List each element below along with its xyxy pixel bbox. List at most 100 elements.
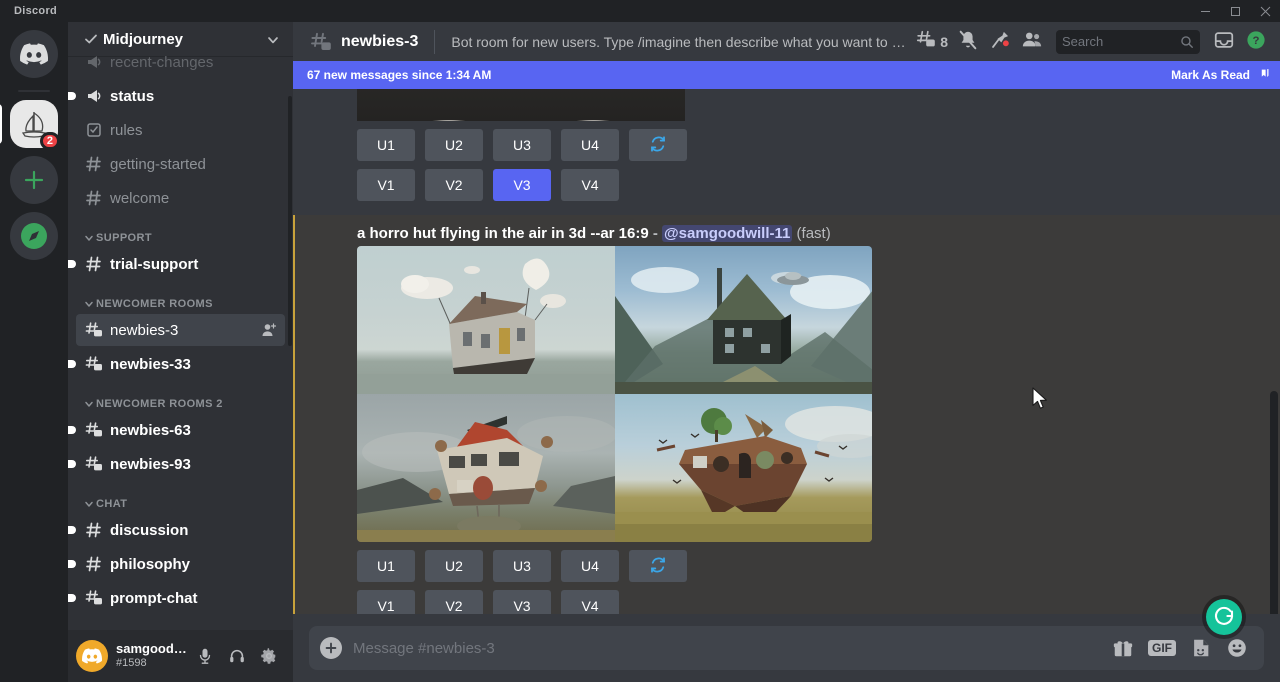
message-image-grid[interactable] (357, 246, 872, 542)
explore-servers-button[interactable] (10, 212, 58, 260)
search-input[interactable]: Search (1056, 30, 1200, 54)
plus-circle-icon (320, 637, 342, 659)
app-brand-label: Discord (14, 5, 57, 17)
minimize-button[interactable] (1190, 0, 1220, 22)
variation-v2-button[interactable]: V2 (425, 590, 483, 614)
sidebar-item-newbies-3[interactable]: newbies-3 (76, 314, 285, 346)
sidebar-item-newbies-63[interactable]: newbies-63 (76, 414, 285, 446)
upscale-u1-button[interactable]: U1 (357, 129, 415, 161)
grammarly-button[interactable] (1206, 599, 1242, 635)
upscale-u2-button[interactable]: U2 (425, 129, 483, 161)
verified-check-icon (84, 32, 98, 46)
sidebar-item-discussion[interactable]: discussion (76, 514, 285, 546)
sidebar-scrollbar[interactable] (288, 96, 292, 346)
variation-v2-button[interactable]: V2 (425, 169, 483, 201)
guild-name-label: Midjourney (103, 31, 267, 48)
upscale-u3-button[interactable]: U3 (493, 129, 551, 161)
gif-button[interactable]: GIF (1148, 640, 1176, 656)
upscale-u2-button[interactable]: U2 (425, 550, 483, 582)
sidebar-item-status[interactable]: status (76, 80, 285, 112)
sidebar-item-label: status (110, 88, 277, 105)
gear-icon[interactable] (253, 640, 285, 672)
variation-v3-button[interactable]: V3 (493, 169, 551, 201)
chevron-down-icon (267, 33, 279, 45)
channel-list-scroller[interactable]: recent-changes status rules getting-star… (68, 56, 293, 630)
user-discriminator-label: #1598 (116, 657, 189, 670)
grid-image-1-art (357, 246, 615, 394)
page-title: newbies-3 (341, 33, 418, 51)
sidebar-item-rules[interactable]: rules (76, 114, 285, 146)
upscale-u3-button[interactable]: U3 (493, 550, 551, 582)
sidebar-item-prompt-chat[interactable]: prompt-chat (76, 582, 285, 614)
grid-image-2[interactable] (615, 246, 873, 394)
category-newcomer-rooms[interactable]: NEWCOMER ROOMS (68, 282, 293, 314)
mute-button[interactable] (189, 640, 221, 672)
grid-image-4[interactable] (615, 394, 873, 542)
channel-header: newbies-3 Bot room for new users. Type /… (293, 22, 1280, 61)
gift-button[interactable] (1112, 637, 1134, 659)
variation-v1-button[interactable]: V1 (357, 169, 415, 201)
message-input-box[interactable]: GIF (309, 626, 1264, 670)
sidebar-item-philosophy[interactable]: philosophy (76, 548, 285, 580)
search-icon (1180, 35, 1194, 49)
category-chat[interactable]: CHAT (68, 482, 293, 514)
hash-thread-icon (84, 320, 104, 340)
category-newcomer-rooms-2[interactable]: NEWCOMER ROOMS 2 (68, 382, 293, 414)
search-placeholder-label: Search (1062, 34, 1180, 49)
threads-button[interactable]: 8 (911, 26, 952, 58)
sidebar-item-trial-support[interactable]: trial-support (76, 248, 285, 280)
maximize-button[interactable] (1220, 0, 1250, 22)
category-label: NEWCOMER ROOMS 2 (96, 398, 223, 410)
add-member-icon[interactable] (261, 322, 277, 338)
guild-header-dropdown[interactable]: Midjourney (68, 22, 293, 56)
grid-image-1[interactable] (357, 246, 615, 394)
message-scrollbar[interactable] (1270, 391, 1278, 614)
sidebar-item-newbies-33[interactable]: newbies-33 (76, 348, 285, 380)
announcement-icon (84, 56, 104, 72)
deafen-button[interactable] (221, 640, 253, 672)
sidebar-item-recent-changes[interactable]: recent-changes (76, 56, 285, 78)
category-label: CHAT (96, 498, 127, 510)
reroll-button[interactable] (629, 129, 687, 161)
hash-thread-icon (84, 454, 104, 474)
variation-v4-button[interactable]: V4 (561, 590, 619, 614)
sidebar-item-getting-started[interactable]: getting-started (76, 148, 285, 180)
sticker-button[interactable] (1190, 637, 1212, 659)
reroll-button[interactable] (629, 550, 687, 582)
grid-image-3[interactable] (357, 394, 615, 542)
chevron-down-icon (84, 499, 94, 509)
sidebar-item-welcome[interactable]: welcome (76, 182, 285, 214)
help-button[interactable]: ? (1240, 26, 1272, 58)
sidebar-item-newbies-93[interactable]: newbies-93 (76, 448, 285, 480)
variation-v3-button[interactable]: V3 (493, 590, 551, 614)
guild-midjourney[interactable]: 2 (10, 100, 58, 148)
variation-v1-button[interactable]: V1 (357, 590, 415, 614)
pinned-messages-button[interactable] (984, 26, 1016, 58)
bell-muted-icon (957, 29, 979, 54)
upscale-u1-button[interactable]: U1 (357, 550, 415, 582)
inbox-button[interactable] (1208, 26, 1240, 58)
close-button[interactable] (1250, 0, 1280, 22)
attach-button[interactable] (309, 626, 353, 670)
upscale-u4-button[interactable]: U4 (561, 550, 619, 582)
mark-as-read-button[interactable]: Mark As Read (1171, 67, 1270, 84)
guild-direct-messages[interactable] (10, 30, 58, 78)
emoji-button[interactable] (1226, 637, 1248, 659)
notification-settings-button[interactable] (952, 26, 984, 58)
message-list[interactable]: U1 U2 U3 U4 V1 V2 V3 V4 (293, 61, 1280, 614)
channel-topic[interactable]: Bot room for new users. Type /imagine th… (451, 34, 911, 50)
category-support[interactable]: SUPPORT (68, 216, 293, 248)
grammarly-icon (1211, 603, 1237, 632)
upscale-button-row: U1 U2 U3 U4 (357, 129, 1264, 161)
avatar[interactable] (76, 640, 108, 672)
author-mention[interactable]: @samgoodwill-11 (662, 225, 792, 242)
variation-v4-button[interactable]: V4 (561, 169, 619, 201)
user-panel: samgoodw... #1598 (68, 630, 293, 682)
message-input[interactable] (353, 640, 1112, 657)
upscale-u4-button[interactable]: U4 (561, 129, 619, 161)
member-list-button[interactable] (1016, 26, 1048, 58)
add-server-button[interactable] (10, 156, 58, 204)
threads-count: 8 (940, 34, 948, 50)
guild-unread-badge: 2 (40, 132, 60, 150)
sidebar-item-label: getting-started (110, 156, 277, 173)
